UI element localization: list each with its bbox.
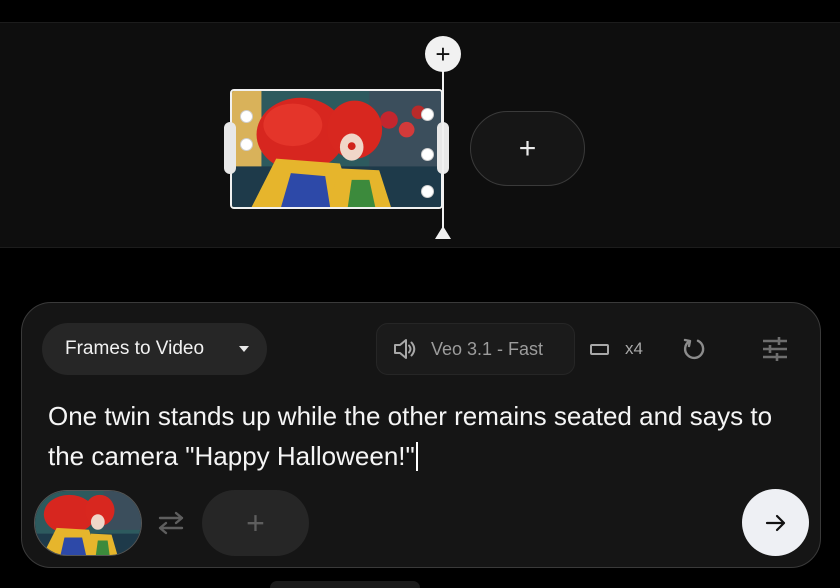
text-cursor	[415, 442, 418, 471]
plus-icon: +	[435, 39, 451, 69]
mode-label: Frames to Video	[65, 338, 205, 359]
refresh-button[interactable]	[680, 335, 708, 363]
bottom-handle	[270, 581, 420, 588]
settings-button[interactable]	[761, 335, 789, 363]
playhead-add-button[interactable]: +	[425, 36, 461, 72]
prompt-panel: Frames to Video Veo 3.1 - Fast x4 One tw…	[21, 302, 821, 568]
prompt-input[interactable]: One twin stands up while the other remai…	[48, 396, 788, 476]
film-perforation	[240, 138, 253, 151]
caret-down-icon	[239, 346, 249, 352]
aspect-ratio-icon	[590, 343, 609, 355]
add-end-frame-button[interactable]: +	[202, 490, 309, 556]
playhead-line[interactable]	[442, 70, 444, 232]
timeline-clip-thumbnail[interactable]	[230, 89, 443, 209]
film-perforation	[421, 185, 434, 198]
clip-trim-handle-left[interactable]	[224, 122, 236, 174]
film-perforation	[421, 148, 434, 161]
refresh-icon	[683, 338, 705, 360]
add-clip-button[interactable]: +	[470, 111, 585, 186]
app-root: + + Frames to Video Veo 3.1 - Fast x4 On…	[0, 0, 840, 588]
send-button[interactable]	[742, 489, 809, 556]
aspect-and-count-selector[interactable]: x4	[590, 336, 643, 362]
film-perforation	[240, 110, 253, 123]
model-label: Veo 3.1 - Fast	[431, 338, 544, 359]
tune-icon	[763, 337, 787, 361]
model-selector[interactable]: Veo 3.1 - Fast	[376, 323, 575, 375]
swap-frames-button[interactable]	[154, 508, 188, 538]
mode-dropdown[interactable]: Frames to Video	[42, 323, 267, 375]
prompt-text: One twin stands up while the other remai…	[48, 401, 773, 471]
start-frame-image	[35, 491, 141, 555]
volume-icon	[394, 339, 416, 359]
output-count-label: x4	[625, 339, 643, 358]
plus-icon: +	[518, 131, 537, 165]
arrow-right-icon	[765, 514, 785, 531]
start-frame-thumbnail[interactable]	[34, 490, 142, 556]
film-perforation	[421, 108, 434, 121]
swap-icon	[158, 511, 184, 535]
playhead-marker-icon[interactable]	[435, 226, 451, 239]
plus-icon: +	[246, 504, 265, 541]
clip-image	[232, 91, 441, 207]
